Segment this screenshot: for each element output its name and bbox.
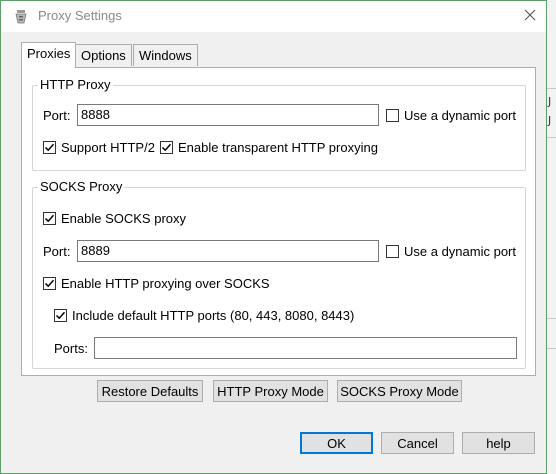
checkbox-label: Enable HTTP proxying over SOCKS — [61, 276, 270, 291]
socks-proxy-mode-button[interactable]: SOCKS Proxy Mode — [337, 380, 462, 402]
background-text-fragment: J — [548, 95, 552, 108]
checkbox-box — [43, 212, 56, 225]
checkbox-box — [160, 141, 173, 154]
default-http-ports-checkbox[interactable]: Include default HTTP ports (80, 443, 808… — [54, 308, 354, 323]
checkmark-icon — [44, 279, 55, 288]
socks-proxy-group: SOCKS Proxy Enable SOCKS proxy Port: 888… — [32, 179, 526, 369]
checkmark-icon — [55, 311, 66, 320]
tab-windows[interactable]: Windows — [133, 44, 198, 66]
http-proxy-mode-button[interactable]: HTTP Proxy Mode — [213, 380, 328, 402]
background-divider — [547, 137, 556, 138]
port-label: Port: — [43, 244, 71, 259]
checkbox-label: Support HTTP/2 — [61, 140, 155, 155]
group-title: SOCKS Proxy — [38, 179, 125, 194]
checkbox-box — [386, 245, 399, 258]
proxies-tab-panel: HTTP Proxy Port: 8888 Use a dynamic port… — [21, 67, 536, 376]
checkmark-icon — [44, 214, 55, 223]
tab-options[interactable]: Options — [75, 44, 132, 66]
ports-label: Ports: — [54, 341, 88, 356]
background-text-fragment: J — [548, 114, 552, 127]
checkbox-box — [43, 141, 56, 154]
tab-label: Proxies — [27, 46, 71, 61]
socks-dynamic-port-checkbox[interactable]: Use a dynamic port — [386, 244, 516, 259]
http-over-socks-checkbox[interactable]: Enable HTTP proxying over SOCKS — [43, 276, 270, 291]
checkbox-box — [386, 109, 399, 122]
port-label: Port: — [43, 108, 71, 123]
dialog-client-area: Proxies Options Windows HTTP Proxy Port:… — [1, 32, 546, 473]
help-button[interactable]: help — [462, 432, 535, 454]
checkbox-label: Enable transparent HTTP proxying — [178, 140, 378, 155]
checkbox-label: Use a dynamic port — [404, 244, 516, 259]
background-window-edge: J J — [547, 0, 556, 474]
socks-port-input[interactable]: 8889 — [77, 240, 379, 262]
transparent-proxying-checkbox[interactable]: Enable transparent HTTP proxying — [160, 140, 378, 155]
checkbox-box — [43, 277, 56, 290]
ports-input[interactable] — [94, 337, 517, 359]
background-divider — [547, 348, 556, 349]
enable-socks-checkbox[interactable]: Enable SOCKS proxy — [43, 211, 186, 226]
tab-label: Options — [81, 48, 126, 63]
app-icon — [14, 9, 28, 25]
checkbox-label: Include default HTTP ports (80, 443, 808… — [72, 308, 355, 323]
group-title: HTTP Proxy — [38, 77, 113, 92]
checkbox-box — [54, 309, 67, 322]
http-port-input[interactable]: 8888 — [77, 104, 379, 126]
close-icon — [524, 9, 536, 24]
checkbox-label: Enable SOCKS proxy — [61, 211, 187, 226]
title-bar[interactable]: Proxy Settings — [1, 1, 546, 32]
tab-label: Windows — [139, 48, 192, 63]
checkmark-icon — [44, 143, 55, 152]
proxy-settings-dialog: Proxy Settings Proxies Options Windows H… — [0, 0, 547, 474]
background-divider — [547, 318, 556, 319]
ok-button[interactable]: OK — [300, 432, 373, 454]
cancel-button[interactable]: Cancel — [381, 432, 454, 454]
tab-proxies[interactable]: Proxies — [21, 42, 77, 68]
checkbox-label: Use a dynamic port — [404, 108, 516, 123]
support-http2-checkbox[interactable]: Support HTTP/2 — [43, 140, 155, 155]
restore-defaults-button[interactable]: Restore Defaults — [97, 380, 203, 402]
close-button[interactable] — [517, 4, 543, 28]
http-dynamic-port-checkbox[interactable]: Use a dynamic port — [386, 108, 516, 123]
http-proxy-group: HTTP Proxy Port: 8888 Use a dynamic port… — [32, 77, 526, 171]
checkmark-icon — [161, 143, 172, 152]
background-divider — [547, 88, 556, 89]
window-title: Proxy Settings — [38, 8, 122, 23]
